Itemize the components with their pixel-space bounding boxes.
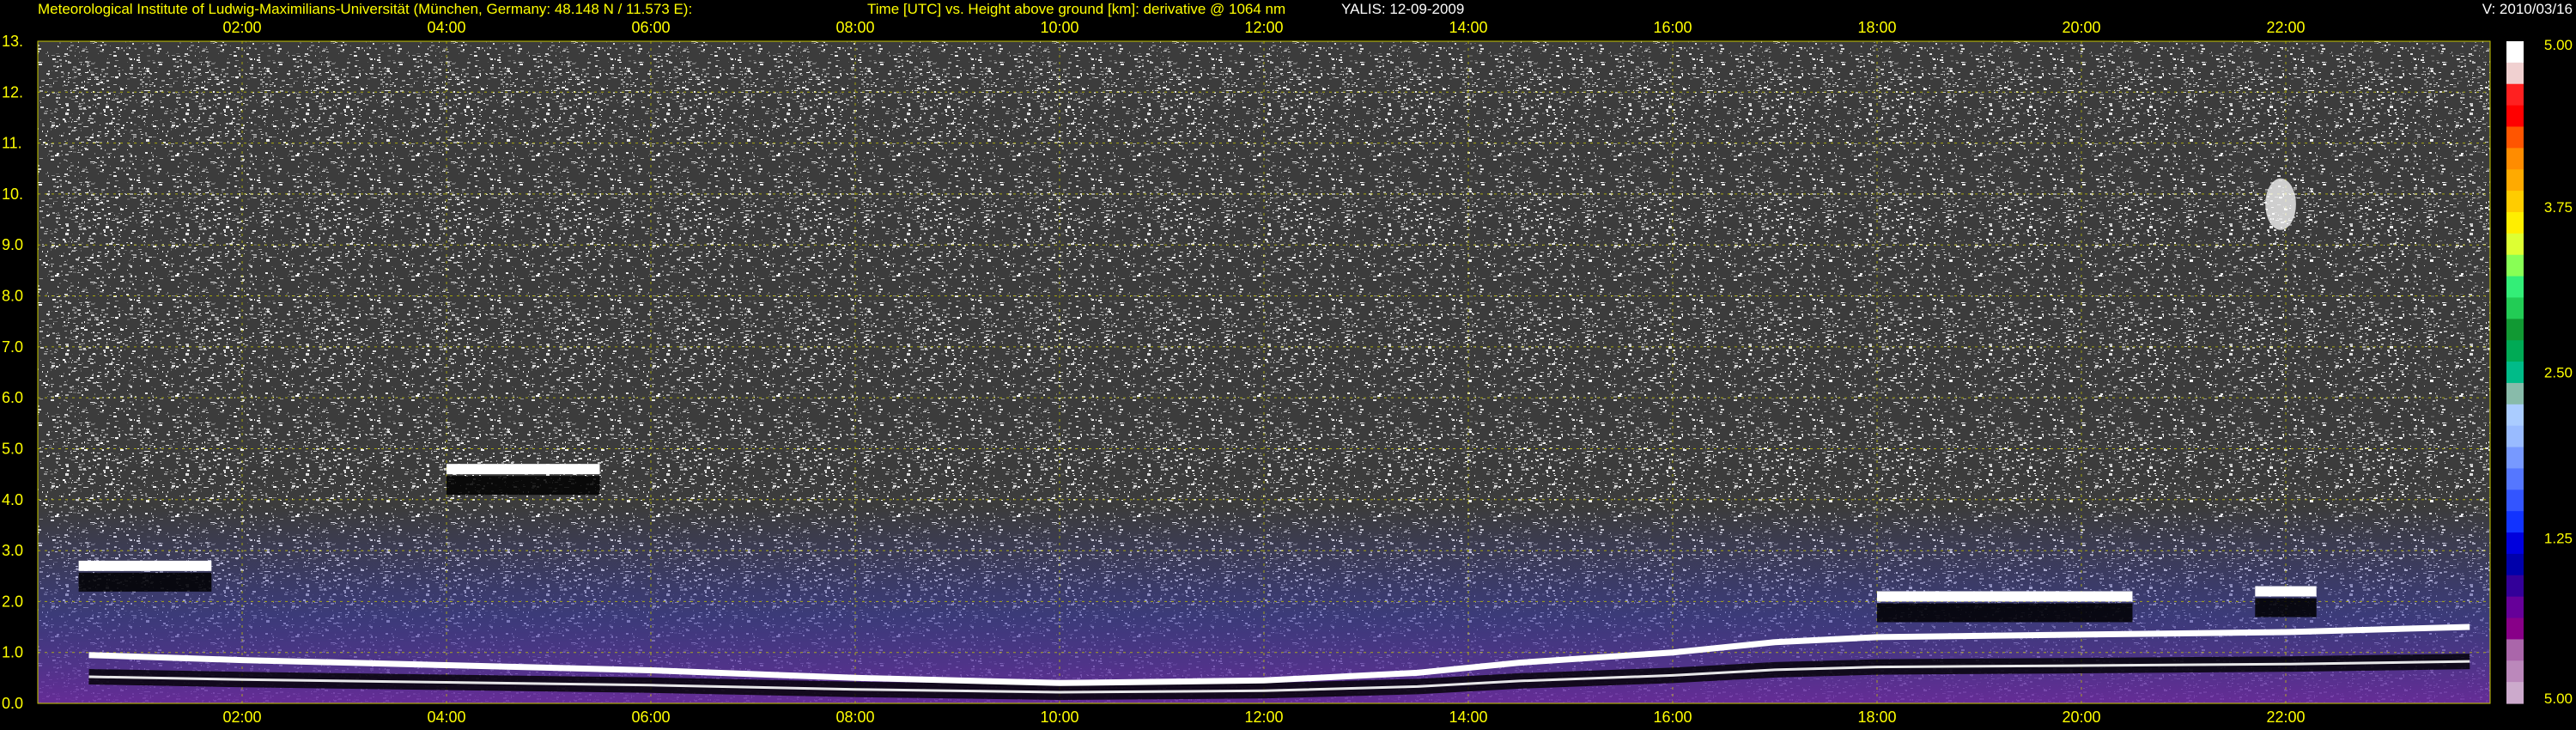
colorbar-swatch bbox=[2506, 575, 2524, 598]
x-axis-ticks-top: 02:00 04:00 06:00 08:00 10:00 12:00 14:00 16:00… bbox=[222, 19, 2305, 36]
colorbar-swatch bbox=[2506, 617, 2524, 640]
y-tick-label: 12. bbox=[2, 83, 23, 100]
y-tick-label: 9.0 bbox=[2, 236, 23, 253]
cloud-patch bbox=[2265, 178, 2296, 230]
x-tick-label-top: 12:00 bbox=[1244, 19, 1283, 36]
colorbar-swatch bbox=[2506, 297, 2524, 319]
colorbar-tick-label: 3.75 bbox=[2544, 199, 2573, 216]
colorbar-swatch bbox=[2506, 682, 2524, 704]
y-tick-label: 8.0 bbox=[2, 288, 23, 305]
colorbar-swatch bbox=[2506, 126, 2524, 149]
x-tick-label-bottom: 08:00 bbox=[835, 709, 874, 726]
colorbar-swatch bbox=[2506, 596, 2524, 619]
x-tick-label-top: 06:00 bbox=[631, 19, 670, 36]
colorbar-swatch bbox=[2506, 340, 2524, 362]
x-tick-label-top: 14:00 bbox=[1449, 19, 1487, 36]
colorbar-swatch bbox=[2506, 447, 2524, 470]
cloud-layer-shadow bbox=[78, 572, 212, 592]
x-tick-label-top: 02:00 bbox=[222, 19, 261, 36]
colorbar-swatch bbox=[2506, 639, 2524, 661]
x-tick-label-bottom: 06:00 bbox=[631, 709, 670, 726]
y-tick-label: 5.0 bbox=[2, 440, 23, 457]
x-tick-label-bottom: 14:00 bbox=[1449, 709, 1487, 726]
colorbar-swatch bbox=[2506, 404, 2524, 427]
cloud-layer-top bbox=[2255, 586, 2317, 597]
x-tick-label-bottom: 20:00 bbox=[2062, 709, 2100, 726]
colorbar-swatch bbox=[2506, 468, 2524, 490]
y-tick-label: 13. bbox=[2, 33, 23, 50]
lidar-chart: Meteorological Institute of Ludwig-Maxim… bbox=[2, 1, 2573, 726]
y-tick-label: 1.0 bbox=[2, 644, 23, 661]
colorbar-swatch bbox=[2506, 62, 2524, 85]
x-tick-label-bottom: 10:00 bbox=[1040, 709, 1078, 726]
colorbar-tick-label: 5.00 bbox=[2544, 690, 2573, 707]
x-tick-label-top: 20:00 bbox=[2062, 19, 2100, 36]
y-tick-label: 11. bbox=[2, 135, 22, 152]
colorbar-swatch bbox=[2506, 511, 2524, 533]
y-tick-label: 0.0 bbox=[2, 695, 23, 712]
colorbar-swatch bbox=[2506, 382, 2524, 405]
y-tick-label: 10. bbox=[2, 186, 23, 203]
colorbar-swatch bbox=[2506, 148, 2524, 170]
instrument-date: YALIS: 12-09-2009 bbox=[1341, 1, 1464, 17]
y-tick-label: 4.0 bbox=[2, 491, 23, 508]
plot-description: Time [UTC] vs. Height above ground [km]:… bbox=[867, 1, 1285, 17]
colorbar-swatch bbox=[2506, 362, 2524, 384]
colorbar-ticks: 5.00 3.75 2.50 1.25 5.00 bbox=[2544, 37, 2573, 707]
plot-area bbox=[37, 40, 2491, 704]
colorbar bbox=[2506, 41, 2524, 704]
x-tick-label-top: 04:00 bbox=[427, 19, 465, 36]
x-tick-label-top: 16:00 bbox=[1653, 19, 1692, 36]
x-tick-label-bottom: 12:00 bbox=[1244, 709, 1283, 726]
cloud-layer-shadow bbox=[1877, 603, 2133, 623]
cloud-layer-top bbox=[78, 560, 212, 571]
colorbar-swatch bbox=[2506, 319, 2524, 341]
cloud-layer-shadow bbox=[447, 476, 600, 496]
version-label: V: 2010/03/16 bbox=[2482, 1, 2573, 17]
y-tick-label: 3.0 bbox=[2, 542, 23, 559]
y-tick-label: 2.0 bbox=[2, 593, 23, 610]
x-tick-label-top: 10:00 bbox=[1040, 19, 1078, 36]
colorbar-swatch bbox=[2506, 83, 2524, 106]
colorbar-swatch bbox=[2506, 276, 2524, 299]
x-tick-label-top: 08:00 bbox=[835, 19, 874, 36]
colorbar-swatch bbox=[2506, 553, 2524, 576]
cloud-layer-top bbox=[1877, 591, 2133, 602]
colorbar-swatch bbox=[2506, 169, 2524, 192]
colorbar-swatch bbox=[2506, 660, 2524, 683]
institute-title: Meteorological Institute of Ludwig-Maxim… bbox=[38, 1, 692, 17]
colorbar-swatch bbox=[2506, 425, 2524, 448]
colorbar-tick-label: 1.25 bbox=[2544, 530, 2573, 546]
colorbar-swatch bbox=[2506, 254, 2524, 277]
x-tick-label-top: 18:00 bbox=[1857, 19, 1896, 36]
x-tick-label-bottom: 02:00 bbox=[222, 709, 261, 726]
colorbar-swatch bbox=[2506, 211, 2524, 234]
colorbar-tick-label: 2.50 bbox=[2544, 365, 2573, 381]
colorbar-swatch bbox=[2506, 191, 2524, 213]
x-tick-label-bottom: 18:00 bbox=[1857, 709, 1896, 726]
colorbar-tick-label: 5.00 bbox=[2544, 37, 2573, 53]
colorbar-swatch bbox=[2506, 41, 2524, 64]
colorbar-swatch bbox=[2506, 490, 2524, 512]
x-axis-ticks-bottom: 02:00 04:00 06:00 08:00 10:00 12:00 14:00 16:00… bbox=[222, 709, 2305, 726]
colorbar-swatch bbox=[2506, 532, 2524, 555]
x-tick-label-top: 22:00 bbox=[2266, 19, 2305, 36]
colorbar-swatch bbox=[2506, 105, 2524, 128]
x-tick-label-bottom: 16:00 bbox=[1653, 709, 1692, 726]
x-tick-label-bottom: 22:00 bbox=[2266, 709, 2305, 726]
cloud-layer-top bbox=[447, 464, 600, 475]
y-tick-label: 6.0 bbox=[2, 389, 23, 406]
x-tick-label-bottom: 04:00 bbox=[427, 709, 465, 726]
cloud-layer-shadow bbox=[2255, 598, 2317, 617]
y-tick-label: 7.0 bbox=[2, 338, 23, 356]
colorbar-swatch bbox=[2506, 233, 2524, 256]
y-axis-ticks: 0.0 1.0 2.0 3.0 4.0 5.0 6.0 7.0 8.0 9.0 10. 11. 12. 1… bbox=[2, 33, 23, 712]
